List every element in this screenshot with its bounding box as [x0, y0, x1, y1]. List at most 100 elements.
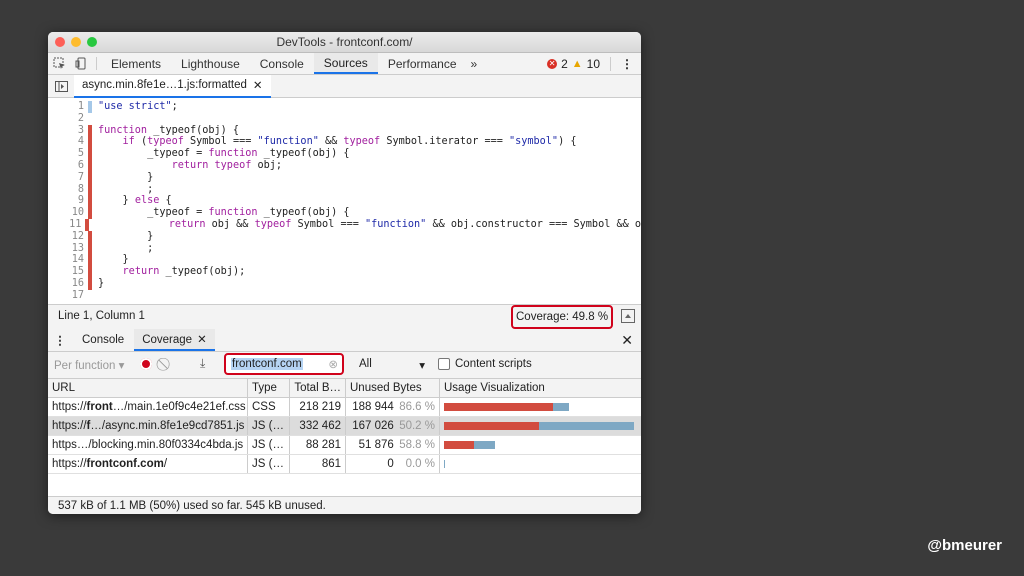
line-number[interactable]: 16	[48, 278, 88, 290]
line-number[interactable]: 10	[48, 207, 88, 219]
code-line[interactable]: 15 return _typeof(obj);	[48, 266, 641, 278]
code-token: obj;	[257, 159, 283, 171]
line-number[interactable]: 1	[48, 101, 88, 113]
zoom-window-button[interactable]	[87, 37, 97, 47]
col-unused[interactable]: Unused Bytes	[346, 379, 440, 397]
line-number[interactable]: 11	[48, 219, 85, 231]
code-line[interactable]: 13 ;	[48, 242, 641, 255]
line-number[interactable]: 8	[48, 184, 88, 196]
code-editor[interactable]: 1 "use strict"; 2 3 function _typeof(obj) {4…	[48, 100, 641, 303]
table-row[interactable]: https://f…/async.min.8fe1e9cd7851.js JS (…	[48, 417, 641, 436]
code-line[interactable]: 16}	[48, 277, 641, 290]
type-cell: JS (…	[248, 436, 290, 454]
tab-console[interactable]: Console	[250, 53, 314, 74]
usage-bar	[444, 403, 637, 411]
drawer-tab-coverage[interactable]: Coverage ✕	[134, 329, 215, 351]
code-line[interactable]: 5 _typeof = function _typeof(obj) {	[48, 148, 641, 160]
toggle-navigator-icon[interactable]	[48, 80, 74, 92]
total-bytes-cell: 218 219	[290, 398, 346, 416]
line-number[interactable]: 5	[48, 148, 88, 160]
window-title: DevTools - frontconf.com/	[276, 35, 413, 49]
coverage-marker	[88, 277, 92, 290]
url-filter-input[interactable]: frontconf.com	[231, 358, 303, 370]
code-line[interactable]: 9 } else {	[48, 195, 641, 208]
code-token: _typeof(obj) {	[263, 207, 350, 219]
code-token: ;	[98, 183, 154, 195]
code-line[interactable]: 2	[48, 113, 641, 125]
coverage-marker	[88, 113, 92, 125]
total-bytes-cell: 88 281	[290, 436, 346, 454]
url-filter-highlight: frontconf.com ⊗	[224, 353, 344, 375]
content-scripts-checkbox[interactable]: Content scripts	[438, 358, 532, 370]
inspect-element-icon[interactable]	[48, 53, 70, 74]
export-icon[interactable]: ⤓	[200, 356, 205, 371]
code-token: "function"	[257, 136, 319, 148]
clear-filter-icon[interactable]: ⊗	[328, 357, 338, 371]
error-icon[interactable]: ✕	[547, 58, 558, 69]
line-number[interactable]: 13	[48, 243, 88, 255]
kebab-menu-icon[interactable]: ⋮	[621, 57, 633, 71]
tab-sources[interactable]: Sources	[313, 53, 378, 74]
table-row[interactable]: https://frontconf.com/JS (… 861 0 0.0 %	[48, 455, 641, 474]
line-number[interactable]: 14	[48, 254, 88, 266]
coverage-marker	[85, 218, 90, 231]
code-line[interactable]: 17	[48, 290, 641, 302]
code-token: "symbol"	[509, 136, 559, 148]
line-number[interactable]: 15	[48, 266, 88, 278]
close-icon[interactable]: ✕	[253, 78, 263, 92]
code-line[interactable]: 10 _typeof = function _typeof(obj) {	[48, 207, 641, 219]
code-line[interactable]: 14 }	[48, 254, 641, 267]
drawer-menu-icon[interactable]: ⋮	[48, 333, 72, 347]
warning-count[interactable]: 10	[587, 57, 600, 71]
code-token: ) {	[558, 136, 577, 148]
usage-cell	[440, 398, 641, 416]
tab-elements[interactable]: Elements	[101, 53, 171, 74]
line-number[interactable]: 4	[48, 136, 88, 148]
line-number[interactable]: 17	[48, 290, 88, 302]
coverage-status[interactable]: Coverage: 49.8 %	[511, 305, 614, 329]
drawer-tabbar: ⋮ Console Coverage ✕ ✕	[48, 329, 641, 352]
table-row[interactable]: https…/blocking.min.80f0334c4bda.js JS (……	[48, 436, 641, 455]
code-line[interactable]: 12 }	[48, 230, 641, 243]
url-cell: https://front…/main.1e0f9c4e21ef.css	[48, 398, 248, 416]
line-number[interactable]: 3	[48, 125, 88, 137]
device-toolbar-icon[interactable]	[70, 53, 92, 74]
warning-icon[interactable]: ▲	[572, 58, 583, 70]
table-row[interactable]: https://front…/main.1e0f9c4e21ef.css CSS 2…	[48, 398, 641, 417]
code-line[interactable]: 4 if (typeof Symbol === "function" && ty…	[48, 136, 641, 149]
record-button[interactable]	[140, 358, 152, 370]
line-number[interactable]: 12	[48, 231, 88, 243]
coverage-mode-select[interactable]: Per function ▾	[54, 358, 124, 372]
close-icon[interactable]: ✕	[197, 329, 207, 349]
code-token: typeof	[147, 136, 191, 148]
close-drawer-icon[interactable]: ✕	[621, 332, 633, 349]
code-line[interactable]: 11 return obj && typeof Symbol === "func…	[48, 218, 641, 231]
minimize-window-button[interactable]	[71, 37, 81, 47]
line-number[interactable]: 7	[48, 172, 88, 184]
code-line[interactable]: 8 ;	[48, 183, 641, 196]
line-number[interactable]: 9	[48, 195, 88, 207]
code-line[interactable]: 6 return typeof obj;	[48, 159, 641, 172]
line-number[interactable]: 6	[48, 160, 88, 172]
editor-tabbar: async.min.8fe1e…1.js:formatted ✕	[48, 74, 641, 98]
type-filter-select[interactable]: All ▾	[359, 358, 425, 372]
drawer-tab-console[interactable]: Console	[72, 334, 134, 346]
url-cell: https://frontconf.com/	[48, 455, 248, 473]
tab-lighthouse[interactable]: Lighthouse	[171, 53, 250, 74]
tab-performance[interactable]: Performance	[378, 53, 467, 74]
code-token: typeof	[343, 136, 387, 148]
col-url[interactable]: URL	[48, 379, 248, 397]
code-line[interactable]: 3 function _typeof(obj) {	[48, 124, 641, 137]
more-tabs-button[interactable]: »	[467, 53, 482, 74]
code-line[interactable]: 1 "use strict";	[48, 101, 641, 113]
close-window-button[interactable]	[55, 37, 65, 47]
col-type[interactable]: Type	[248, 379, 290, 397]
line-number[interactable]: 2	[48, 113, 88, 125]
error-count[interactable]: 2	[561, 57, 568, 71]
code-line[interactable]: 7 }	[48, 171, 641, 184]
col-usage[interactable]: Usage Visualization	[440, 379, 641, 397]
format-toggle-icon[interactable]	[621, 309, 635, 326]
col-total[interactable]: Total B…	[290, 379, 346, 397]
file-tab[interactable]: async.min.8fe1e…1.js:formatted ✕	[74, 74, 271, 98]
code-token: Symbol ===	[297, 218, 365, 230]
